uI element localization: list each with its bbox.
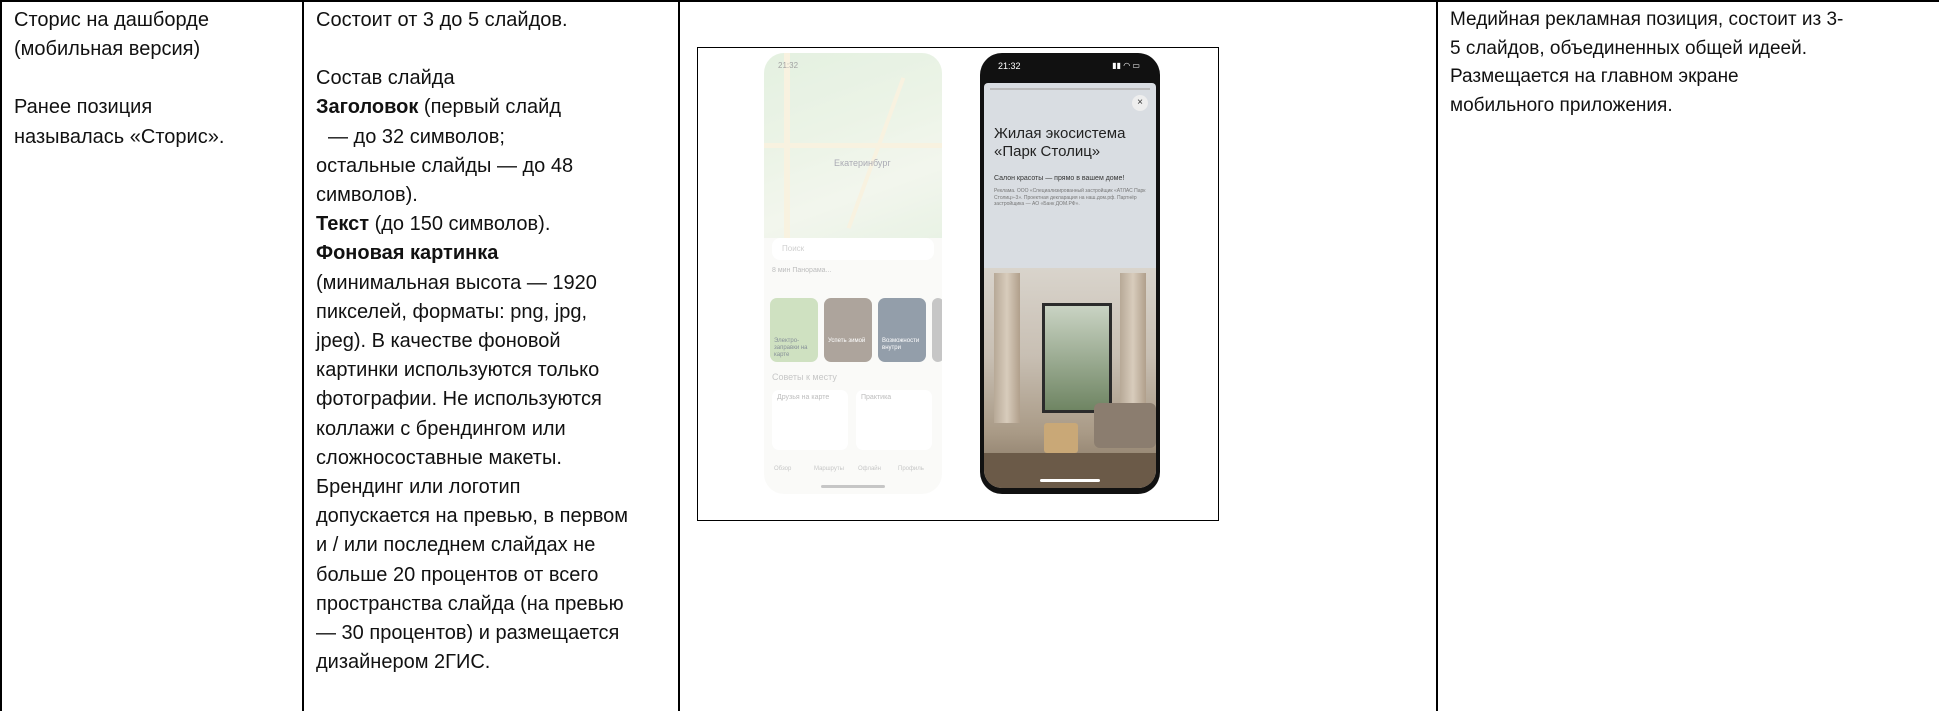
map-area: 21:32 Екатеринбург bbox=[764, 53, 942, 238]
example-screenshot: 21:32 Екатеринбург Поиск 8 мин Панорама.… bbox=[697, 47, 1219, 521]
stories-row: Электро-заправки на карте Успеть зимой В… bbox=[770, 298, 942, 362]
cell-requirements: Состоит от 3 до 5 слайдов. Состав слайда… bbox=[302, 2, 678, 711]
bg-req-line: больше 20 процентов от всего bbox=[316, 563, 599, 586]
bg-req-line: коллажи с брендингом или bbox=[316, 417, 566, 440]
status-time: 21:32 bbox=[998, 61, 1021, 71]
app-dashboard-mockup: 21:32 Екатеринбург Поиск 8 мин Панорама.… bbox=[764, 53, 942, 494]
signal-icon: ▮▮ ◠ ▭ bbox=[1112, 61, 1140, 70]
bg-req-line: дизайнером 2ГИС. bbox=[316, 651, 491, 674]
story-disclaimer: Реклама. ООО «Специализированный застрой… bbox=[994, 188, 1146, 207]
home-indicator bbox=[821, 485, 885, 488]
description-line: Медийная рекламная позиция, состоит из 3… bbox=[1450, 9, 1844, 30]
former-name-line2: называлась «Сторис». bbox=[14, 125, 225, 148]
status-time: 21:32 bbox=[778, 61, 799, 70]
search-bar: Поиск bbox=[772, 238, 934, 260]
home-indicator bbox=[1040, 479, 1100, 482]
bg-req-line: Брендинг или логотип bbox=[316, 476, 521, 499]
cell-position-name: Сторис на дашборде (мобильная версия) Ра… bbox=[0, 2, 302, 711]
text-req: Текст (до 150 символов). bbox=[316, 210, 670, 239]
story-title: Жилая экосистема «Парк Столиц» bbox=[994, 125, 1126, 160]
composition-heading: Состав слайда bbox=[316, 67, 455, 90]
position-name: Сторис на дашборде bbox=[14, 9, 209, 31]
advice-heading: Советы к месту bbox=[772, 372, 837, 382]
advice-card: Практика bbox=[856, 390, 932, 450]
bottom-nav: Обзор Маршруты Офлайн Профиль bbox=[774, 466, 924, 472]
title-req-line4: символов). bbox=[316, 184, 418, 207]
close-icon: × bbox=[1132, 95, 1148, 111]
story-tile: Успеть зимой bbox=[824, 298, 872, 362]
bg-req-line: jpeg). В качестве фоновой bbox=[316, 330, 561, 353]
advice-cards: Друзья на карте Практика bbox=[772, 390, 934, 450]
title-req-line3: остальные слайды — до 48 bbox=[316, 154, 574, 177]
text-label: Текст bbox=[316, 213, 370, 236]
text-req-text: (до 150 символов). bbox=[369, 213, 551, 236]
bg-req-line: пространства слайда (на превью bbox=[316, 592, 624, 615]
quick-chips: 8 мин Панорама... bbox=[772, 267, 832, 274]
bg-req-line: — 30 процентов) и размещается bbox=[316, 622, 620, 645]
story-slide-mockup: 21:32 ▮▮ ◠ ▭ × Жилая экосистема «Парк Ст… bbox=[980, 53, 1160, 494]
story-screen: × Жилая экосистема «Парк Столиц» Салон к… bbox=[984, 83, 1156, 488]
bg-req-line: пикселей, форматы: png, jpg, bbox=[316, 300, 588, 323]
title-label: Заголовок bbox=[316, 96, 419, 119]
bg-req-line: (минимальная высота — 1920 bbox=[316, 271, 597, 294]
story-tile bbox=[932, 298, 942, 362]
title-req-text: (первый слайд bbox=[418, 96, 562, 119]
cell-description: Медийная рекламная позиция, состоит из 3… bbox=[1436, 2, 1939, 711]
bg-req-line: фотографии. Не используются bbox=[316, 388, 602, 411]
story-subtitle: Салон красоты — прямо в вашем доме! bbox=[994, 175, 1125, 182]
position-name-variant: (мобильная версия) bbox=[14, 38, 201, 61]
bg-req-line: и / или последнем слайдах не bbox=[316, 534, 596, 557]
story-tile: Электро-заправки на карте bbox=[770, 298, 818, 362]
bg-label: Фоновая картинка bbox=[316, 242, 499, 265]
cell-example-image: 21:32 Екатеринбург Поиск 8 мин Панорама.… bbox=[678, 2, 1436, 711]
spec-table: Сторис на дашборде (мобильная версия) Ра… bbox=[0, 0, 1939, 711]
description-line: Размещается на главном экране bbox=[1450, 66, 1739, 87]
bg-req-line: сложносоставные макеты. bbox=[316, 446, 562, 469]
former-name-line1: Ранее позиция bbox=[14, 96, 153, 119]
description-line: мобильного приложения. bbox=[1450, 94, 1673, 116]
story-tile: Возможности внутри bbox=[878, 298, 926, 362]
bg-req-line: картинки используются только bbox=[316, 359, 600, 382]
advice-card: Друзья на карте bbox=[772, 390, 848, 450]
title-req: Заголовок (первый слайд bbox=[316, 93, 670, 122]
city-label: Екатеринбург bbox=[834, 158, 891, 168]
bg-req-line: допускается на превью, в первом bbox=[316, 505, 628, 528]
description-line: 5 слайдов, объединенных общей идеей. bbox=[1450, 37, 1807, 59]
title-req-line2: — до 32 символов; bbox=[328, 125, 505, 148]
photo-window bbox=[1042, 303, 1112, 413]
story-progress bbox=[990, 88, 1150, 90]
slides-count: Состоит от 3 до 5 слайдов. bbox=[316, 9, 568, 31]
